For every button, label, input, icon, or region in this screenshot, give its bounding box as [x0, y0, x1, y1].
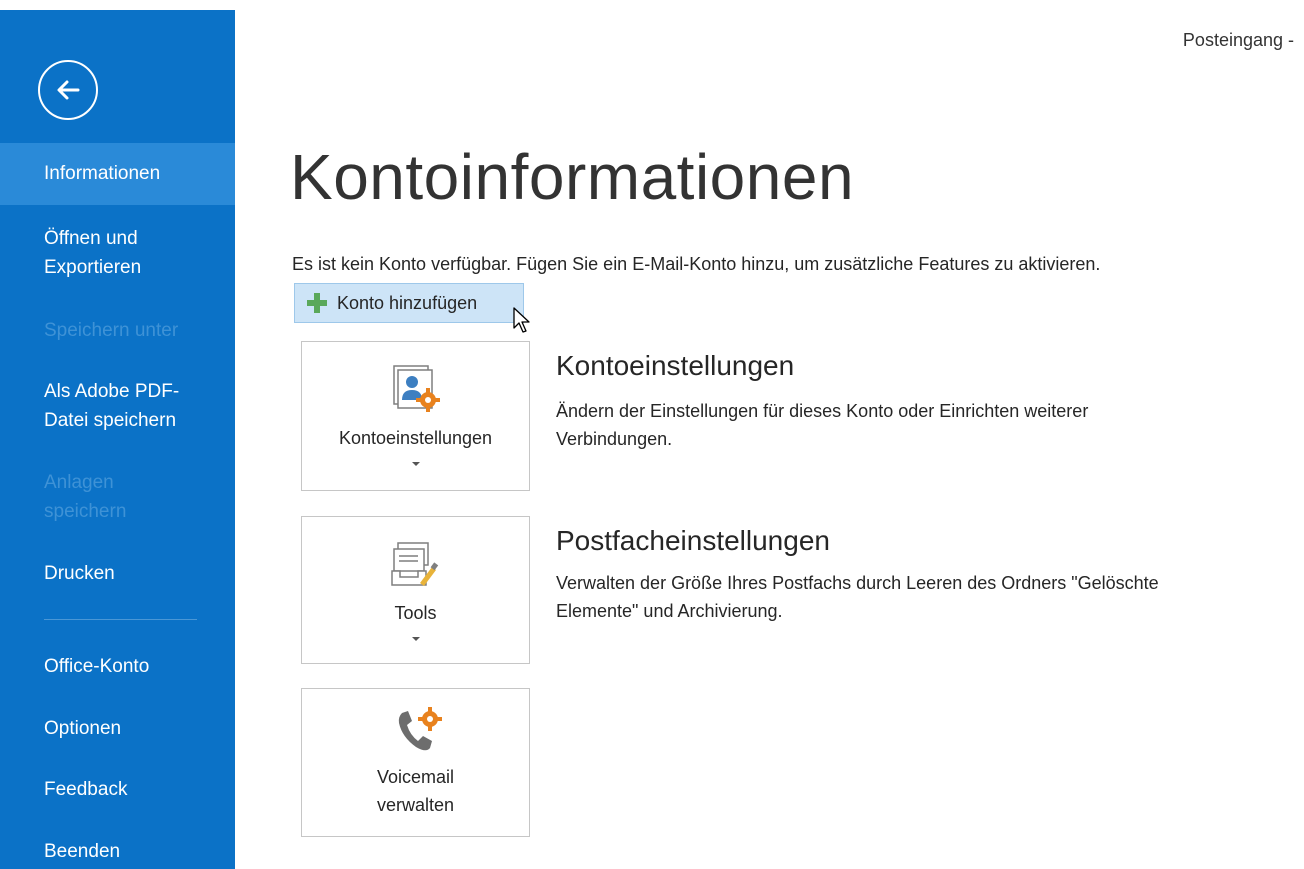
nav-item-optionen[interactable]: Optionen [0, 714, 235, 743]
plus-icon [307, 293, 327, 313]
nav-item-anlagen-speichern: Anlagen speichern [0, 468, 170, 526]
mailbox-tools-icon [390, 542, 438, 586]
voicemail-tile[interactable]: Voicemail verwalten [301, 688, 530, 837]
nav-item-drucken[interactable]: Drucken [0, 559, 235, 588]
nav-item-informationen[interactable]: Informationen [0, 143, 235, 205]
account-settings-tile[interactable]: Kontoeinstellungen [301, 341, 530, 491]
nav-item-label: Optionen [44, 718, 122, 739]
tools-tile-label: Tools [394, 603, 437, 623]
sidebar-divider [44, 619, 197, 620]
mouse-cursor-icon [513, 307, 530, 333]
nav-item-office-konto[interactable]: Office-Konto [0, 652, 235, 681]
nav-item-beenden[interactable]: Beenden [0, 837, 235, 866]
account-settings-title: Kontoeinstellungen [556, 350, 795, 381]
nav-item-label: Öffnen und Exportieren [44, 228, 142, 278]
nav-item-oeffnen-exportieren[interactable]: Öffnen und Exportieren [0, 224, 200, 282]
page-title: Kontoinformationen [290, 141, 855, 213]
description-line: Ändern der Einstellungen für dieses Kont… [556, 401, 1089, 421]
voicemail-settings-icon [398, 707, 442, 751]
account-settings-description: Ändern der Einstellungen für dieses Kont… [556, 397, 1286, 453]
nav-item-label: Beenden [44, 841, 121, 862]
voicemail-tile-label-line: Voicemail [376, 767, 455, 787]
dropdown-arrow-icon [411, 462, 420, 466]
nav-item-label: Informationen [44, 163, 161, 184]
back-button[interactable] [38, 60, 98, 120]
no-account-info: Es ist kein Konto verfügbar. Fügen Sie e… [292, 254, 1101, 274]
dropdown-arrow-icon [411, 637, 420, 641]
description-line: Verwalten der Größe Ihres Postfachs durc… [556, 573, 1159, 593]
account-settings-tile-label: Kontoeinstellungen [338, 428, 493, 448]
voicemail-tile-label-line: verwalten [376, 795, 455, 815]
description-line: Verbindungen. [556, 429, 673, 449]
mailbox-settings-title: Postfacheinstellungen [556, 525, 830, 556]
description-line: Elemente" und Archivierung. [556, 601, 783, 621]
nav-item-feedback[interactable]: Feedback [0, 775, 235, 804]
account-settings-icon [392, 365, 440, 412]
voicemail-tile-label: Voicemail verwalten [377, 763, 454, 819]
nav-item-label: Speichern unter [44, 320, 179, 341]
nav-item-label: Drucken [44, 563, 115, 584]
nav-item-label: Anlagen speichern [44, 472, 127, 522]
nav-item-label: Als Adobe PDF-Datei speichern [44, 381, 180, 431]
nav-item-label: Feedback [44, 779, 128, 800]
nav-item-adobe-pdf[interactable]: Als Adobe PDF-Datei speichern [0, 377, 220, 435]
add-account-label: Konto hinzufügen [337, 292, 478, 313]
tools-tile[interactable]: Tools [301, 516, 530, 664]
add-account-button[interactable]: Konto hinzufügen [294, 283, 524, 323]
backstage-sidebar: Informationen Öffnen und Exportieren Spe… [0, 0, 235, 869]
nav-item-label: Office-Konto [44, 656, 150, 677]
nav-item-speichern-unter: Speichern unter [0, 316, 235, 345]
window-title: Posteingang - [1182, 30, 1294, 50]
arrow-left-icon [57, 80, 80, 100]
sidebar-top-strip [0, 0, 235, 10]
mailbox-settings-description: Verwalten der Größe Ihres Postfachs durc… [556, 569, 1286, 625]
